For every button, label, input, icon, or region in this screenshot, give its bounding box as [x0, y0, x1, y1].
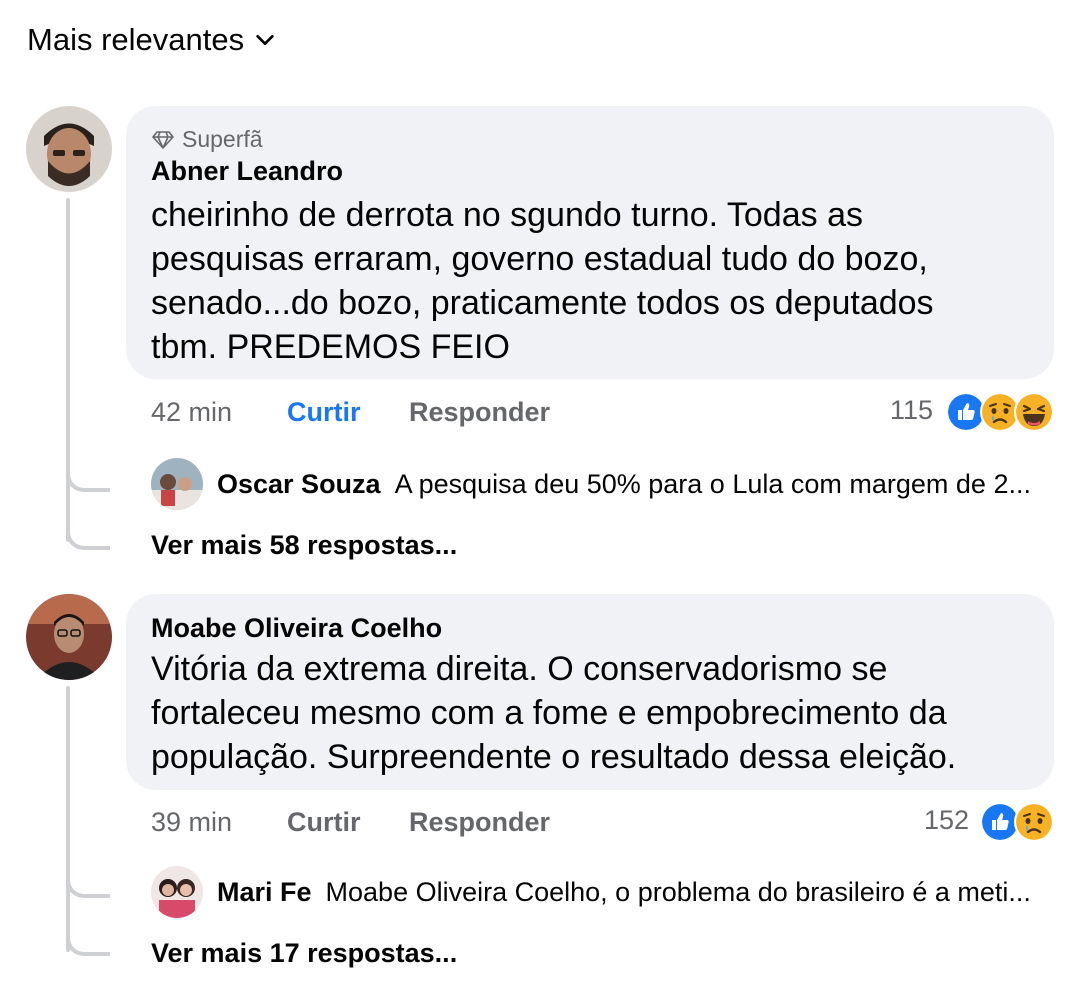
comment-text: Vitória da extrema direita. O conservado… — [151, 647, 956, 779]
comment-line: tbm. PREDEMOS FEIO — [151, 328, 510, 366]
thread-branch — [66, 440, 110, 492]
reply-text: A pesquisa deu 50% para o Lula com marge… — [394, 468, 1031, 499]
thread-line — [66, 198, 70, 542]
avatar[interactable] — [151, 458, 203, 510]
sad-icon — [1014, 802, 1054, 842]
comment-line: senado...do bozo, praticamente todos os … — [151, 284, 934, 322]
avatar[interactable] — [26, 594, 112, 680]
view-more-replies[interactable]: Ver mais 58 respostas... — [151, 530, 457, 561]
avatar[interactable] — [26, 106, 112, 192]
comment-text: cheirinho de derrota no sgundo turno. To… — [151, 193, 934, 369]
reply-preview[interactable]: Oscar Souza A pesquisa deu 50% para o Lu… — [151, 458, 1031, 510]
comment-author[interactable]: Moabe Oliveira Coelho — [151, 613, 442, 644]
like-button[interactable]: Curtir — [287, 397, 361, 428]
comment-author[interactable]: Abner Leandro — [151, 156, 343, 187]
view-more-replies[interactable]: Ver mais 17 respostas... — [151, 938, 457, 969]
comment-line: cheirinho de derrota no sgundo turno. To… — [151, 196, 863, 234]
diamond-icon — [152, 130, 174, 149]
reply-preview[interactable]: Mari Fe Moabe Oliveira Coelho, o problem… — [151, 866, 1031, 918]
sort-label: Mais relevantes — [27, 22, 245, 57]
reply-author[interactable]: Oscar Souza — [217, 469, 381, 500]
comment-time[interactable]: 39 min — [151, 807, 232, 838]
reply-button[interactable]: Responder — [409, 807, 550, 838]
haha-icon — [1014, 392, 1054, 432]
reply-text: Moabe Oliveira Coelho, o problema do bra… — [325, 876, 1031, 907]
thread-branch — [66, 848, 110, 898]
badge-label: Superfã — [182, 126, 263, 152]
chevron-down-icon — [256, 34, 274, 46]
comment-line: Vitória da extrema direita. O conservado… — [151, 650, 888, 688]
reply-button[interactable]: Responder — [409, 397, 550, 428]
comment-line: pesquisas erraram, governo estadual tudo… — [151, 240, 928, 278]
superfan-badge: Superfã — [152, 126, 263, 153]
thread-branch — [66, 908, 110, 956]
like-button[interactable]: Curtir — [287, 807, 361, 838]
sort-dropdown[interactable]: Mais relevantes — [27, 22, 276, 58]
comment-line: fortaleceu mesmo com a fome e empobrecim… — [151, 694, 947, 732]
thread-branch — [66, 500, 110, 550]
reaction-count[interactable]: 115 — [890, 395, 933, 426]
comment-line: população. Surpreendente o resultado des… — [151, 738, 957, 776]
reaction-count[interactable]: 152 — [924, 805, 969, 836]
reply-author[interactable]: Mari Fe — [217, 877, 312, 908]
comment-time[interactable]: 42 min — [151, 397, 232, 428]
reaction-icons[interactable] — [980, 802, 1054, 842]
avatar[interactable] — [151, 866, 203, 918]
reaction-icons[interactable] — [946, 392, 1054, 432]
